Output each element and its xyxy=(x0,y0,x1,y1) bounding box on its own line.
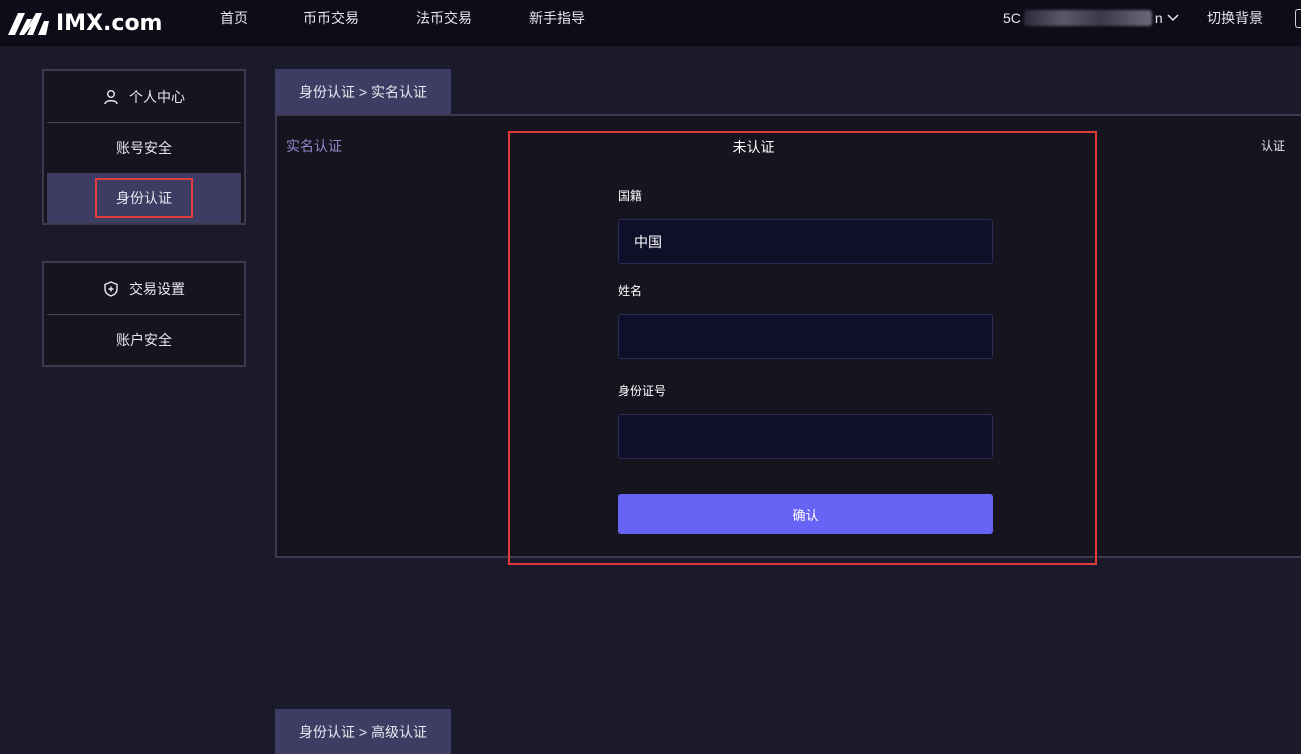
verify-link[interactable]: 认证 xyxy=(1261,137,1285,154)
logo[interactable]: IMX.com xyxy=(6,7,162,39)
sidebar-item-account-security[interactable]: 账号安全 xyxy=(47,123,241,173)
nav-home[interactable]: 首页 xyxy=(220,0,248,36)
user-id-prefix: 5C xyxy=(1003,10,1021,26)
verification-status: 未认证 xyxy=(732,139,775,155)
nationality-field[interactable] xyxy=(618,219,993,264)
switch-background-button[interactable]: 切换背景 xyxy=(1207,0,1263,36)
shield-icon xyxy=(103,280,119,297)
top-navbar: IMX.com 首页 币币交易 法币交易 新手指导 5C n 切换背景 xyxy=(0,0,1301,46)
sidebar-personal-heading: 个人中心 xyxy=(47,71,241,123)
sidebar-personal-title: 个人中心 xyxy=(129,88,185,105)
sidebar-trade-heading: 交易设置 xyxy=(47,263,241,315)
sidebar-trade-title: 交易设置 xyxy=(129,280,185,297)
user-id-blurred xyxy=(1023,10,1152,26)
id-number-label: 身份证号 xyxy=(618,384,667,398)
name-field[interactable] xyxy=(618,314,993,359)
user-icon xyxy=(103,89,119,105)
tab-advanced-verification[interactable]: 身份认证 > 高级认证 xyxy=(275,709,451,754)
sidebar-personal-center: 个人中心 账号安全 身份认证 xyxy=(42,69,246,225)
id-number-field[interactable] xyxy=(618,414,993,459)
nationality-label: 国籍 xyxy=(618,189,643,203)
sidebar-trade-settings: 交易设置 账户安全 xyxy=(42,261,246,367)
sidebar-item-label: 账号安全 xyxy=(116,140,172,156)
toggle-icon[interactable] xyxy=(1295,9,1301,28)
nav-fiat-trading[interactable]: 法币交易 xyxy=(416,0,472,36)
section-label: 实名认证 xyxy=(286,138,342,154)
sidebar-item-label: 账户安全 xyxy=(116,332,172,348)
tab-real-name-verification[interactable]: 身份认证 > 实名认证 xyxy=(275,69,451,114)
user-id-suffix: n xyxy=(1154,10,1163,26)
user-account-menu[interactable]: 5C n xyxy=(1003,0,1179,36)
sidebar-item-account-safety[interactable]: 账户安全 xyxy=(47,315,241,365)
name-label: 姓名 xyxy=(618,284,643,298)
nav-beginner-guide[interactable]: 新手指导 xyxy=(529,0,585,36)
nav-spot-trading[interactable]: 币币交易 xyxy=(303,0,359,36)
sidebar-item-label: 身份认证 xyxy=(95,178,193,218)
sidebar-item-identity-verification[interactable]: 身份认证 xyxy=(47,173,241,223)
imx-logo-icon xyxy=(8,13,49,35)
confirm-button[interactable]: 确认 xyxy=(618,494,993,534)
logo-text: IMX.com xyxy=(56,10,163,36)
chevron-down-icon xyxy=(1167,14,1179,22)
